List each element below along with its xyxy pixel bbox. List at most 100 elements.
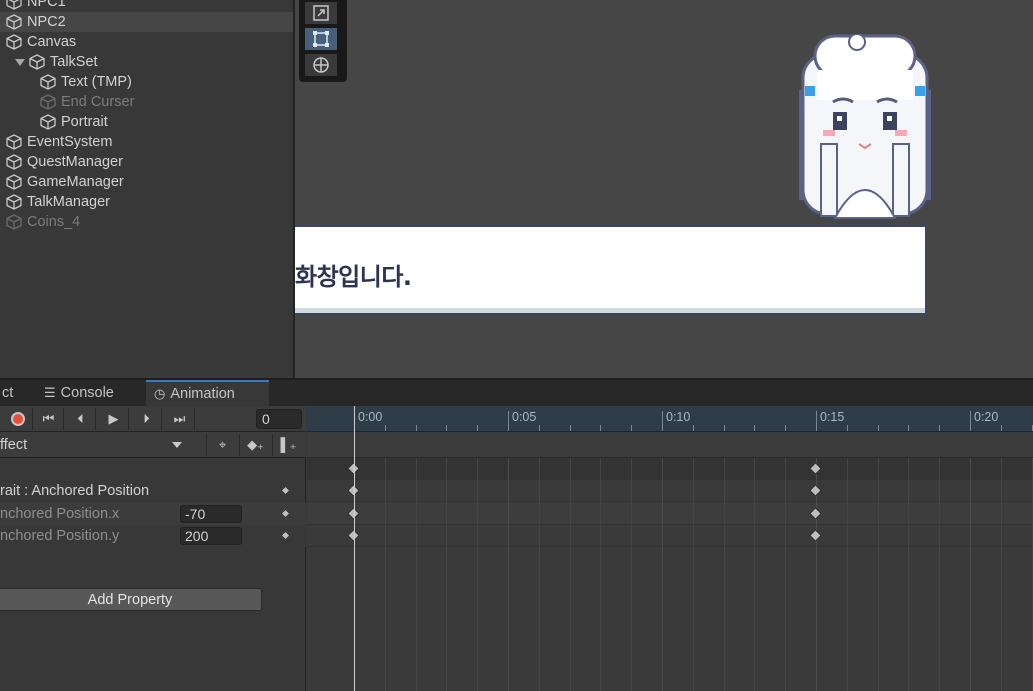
hierarchy-item[interactable]: Coins_4: [0, 212, 293, 232]
record-icon: [10, 412, 25, 426]
rect-tool-button[interactable]: [305, 28, 337, 50]
timeline-gridline: [569, 458, 571, 691]
hierarchy-item[interactable]: Canvas: [0, 32, 293, 52]
scene-view[interactable]: 화창입니다.: [295, 0, 1033, 378]
hierarchy-item[interactable]: NPC1: [0, 0, 293, 12]
ruler-time-label: 0:00: [358, 410, 383, 424]
keyframe-diamond-icon[interactable]: [280, 530, 291, 541]
timeline-gridline: [600, 458, 602, 691]
hierarchy-item[interactable]: Text (TMP): [0, 72, 293, 92]
ruler-major-tick: [816, 411, 817, 431]
add-property-button[interactable]: Add Property: [0, 588, 262, 611]
ruler-minor-tick: [754, 425, 756, 431]
keyframe-diamond-icon[interactable]: [280, 485, 291, 496]
transform-tool-button[interactable]: [305, 54, 337, 76]
timeline-gridline: [908, 458, 910, 691]
clip-dropdown[interactable]: ffect: [0, 434, 188, 456]
play-button[interactable]: ▶: [99, 408, 129, 430]
record-button[interactable]: [3, 408, 33, 430]
prev-keyframe-button[interactable]: ⏴: [66, 408, 96, 430]
hierarchy-item-label: Canvas: [27, 34, 77, 50]
next-keyframe-button[interactable]: ⏵: [132, 408, 162, 430]
tab-animation-label: Animation: [170, 386, 235, 402]
add-event-button[interactable]: ▌₊: [272, 434, 304, 456]
property-y-value[interactable]: 200: [180, 527, 242, 545]
step-back-icon: ⏴: [77, 411, 84, 426]
playback-toolbar: ⏮ ⏴ ▶ ⏵ ⏭ 0: [0, 406, 306, 432]
hierarchy-item[interactable]: NPC2: [0, 12, 293, 32]
property-x-label: nchored Position.x: [0, 506, 120, 522]
step-forward-icon: ⏵: [143, 411, 150, 426]
property-row-x[interactable]: nchored Position.x -70: [0, 503, 306, 525]
property-row-y[interactable]: nchored Position.y 200: [0, 525, 306, 547]
animation-properties-panel: ⏮ ⏴ ▶ ⏵ ⏭ 0 ffect ⌖ ◆₊ ▌₊ rait : Anchore…: [0, 406, 306, 691]
unity-editor: NPC1 NPC2 Canvas TalkSet Text (TMP) End Curse…: [0, 0, 1033, 691]
events-row[interactable]: [307, 432, 1033, 458]
filter-by-selection-button[interactable]: ⌖: [206, 434, 238, 456]
property-x-value[interactable]: -70: [180, 505, 242, 523]
skip-start-icon: ⏮: [42, 411, 55, 426]
ruler-minor-tick: [692, 425, 694, 431]
tab-animation[interactable]: ◷ Animation: [146, 380, 269, 406]
hierarchy-item[interactable]: End Curser: [0, 92, 293, 112]
timeline-gridline: [1031, 458, 1033, 691]
portrait-sprite[interactable]: [795, 34, 935, 220]
property-y-label: nchored Position.y: [0, 528, 120, 544]
tab-project[interactable]: ct: [0, 380, 21, 406]
ruler-minor-tick: [877, 425, 879, 431]
clip-toolbar: ffect ⌖ ◆₊ ▌₊: [0, 432, 306, 458]
timeline-gridline: [477, 458, 479, 691]
timeline-gridline: [508, 458, 509, 691]
gameobject-cube-icon: [6, 154, 22, 170]
tab-console[interactable]: ☰ Console: [36, 380, 122, 406]
scale-tool-icon: [313, 5, 329, 21]
time-ruler[interactable]: 0:00 0:05 0:10 0:15 0:20: [307, 406, 1033, 432]
ruler-minor-tick: [477, 425, 479, 431]
keyframe-diamond-icon[interactable]: [280, 508, 291, 519]
timeline-gridline: [692, 458, 694, 691]
gameobject-cube-icon: [6, 14, 22, 30]
animation-timeline[interactable]: 0:00 0:05 0:10 0:15 0:20: [307, 406, 1033, 691]
ruler-minor-tick: [446, 425, 448, 431]
dialog-box[interactable]: 화창입니다.: [295, 224, 928, 316]
add-keyframe-button[interactable]: ◆₊: [239, 434, 271, 456]
timeline-gridline: [877, 458, 879, 691]
ruler-time-label: 0:15: [820, 410, 845, 424]
timeline-gridline: [846, 458, 848, 691]
hierarchy-item[interactable]: Portrait: [0, 112, 293, 132]
hierarchy-item[interactable]: EventSystem: [0, 132, 293, 152]
ruler-minor-tick: [538, 425, 540, 431]
hierarchy-item[interactable]: QuestManager: [0, 152, 293, 172]
playhead[interactable]: [354, 406, 355, 691]
ruler-minor-tick: [846, 425, 848, 431]
last-keyframe-button[interactable]: ⏭: [165, 408, 195, 430]
rect-tool-icon: [313, 31, 329, 47]
expand-triangle-icon[interactable]: [15, 58, 25, 66]
hierarchy-item-label: EventSystem: [27, 134, 113, 150]
hierarchy-item[interactable]: GameManager: [0, 172, 293, 192]
current-frame-input[interactable]: 0: [256, 409, 302, 429]
timeline-gridline: [723, 458, 725, 691]
hierarchy-item-label: End Curser: [61, 94, 135, 110]
timeline-gridline: [785, 458, 787, 691]
ruler-major-tick: [970, 411, 971, 431]
gameobject-cube-icon: [6, 194, 22, 210]
gameobject-cube-icon: [6, 34, 22, 50]
skip-end-icon: ⏭: [173, 411, 186, 426]
gameobject-cube-icon: [6, 0, 22, 10]
ruler-major-tick: [662, 411, 663, 431]
property-group-row[interactable]: rait : Anchored Position: [0, 480, 306, 502]
ruler-minor-tick: [723, 425, 725, 431]
ruler-minor-tick: [785, 425, 787, 431]
clock-icon: ◷: [154, 386, 166, 401]
bottom-panel: ct ☰ Console ◷ Animation ⏮ ⏴ ▶ ⏵ ⏭ 0 ffe…: [0, 378, 1033, 691]
hierarchy-item[interactable]: TalkManager: [0, 192, 293, 212]
hierarchy-item[interactable]: TalkSet: [0, 52, 293, 72]
first-keyframe-button[interactable]: ⏮: [34, 408, 64, 430]
crosshair-icon: ⌖: [218, 437, 227, 452]
ruler-time-label: 0:20: [974, 410, 999, 424]
add-keyframe-icon: ◆₊: [247, 437, 264, 452]
gameobject-cube-icon: [6, 214, 22, 230]
scale-tool-button[interactable]: [305, 2, 337, 24]
ruler-major-tick: [508, 411, 509, 431]
